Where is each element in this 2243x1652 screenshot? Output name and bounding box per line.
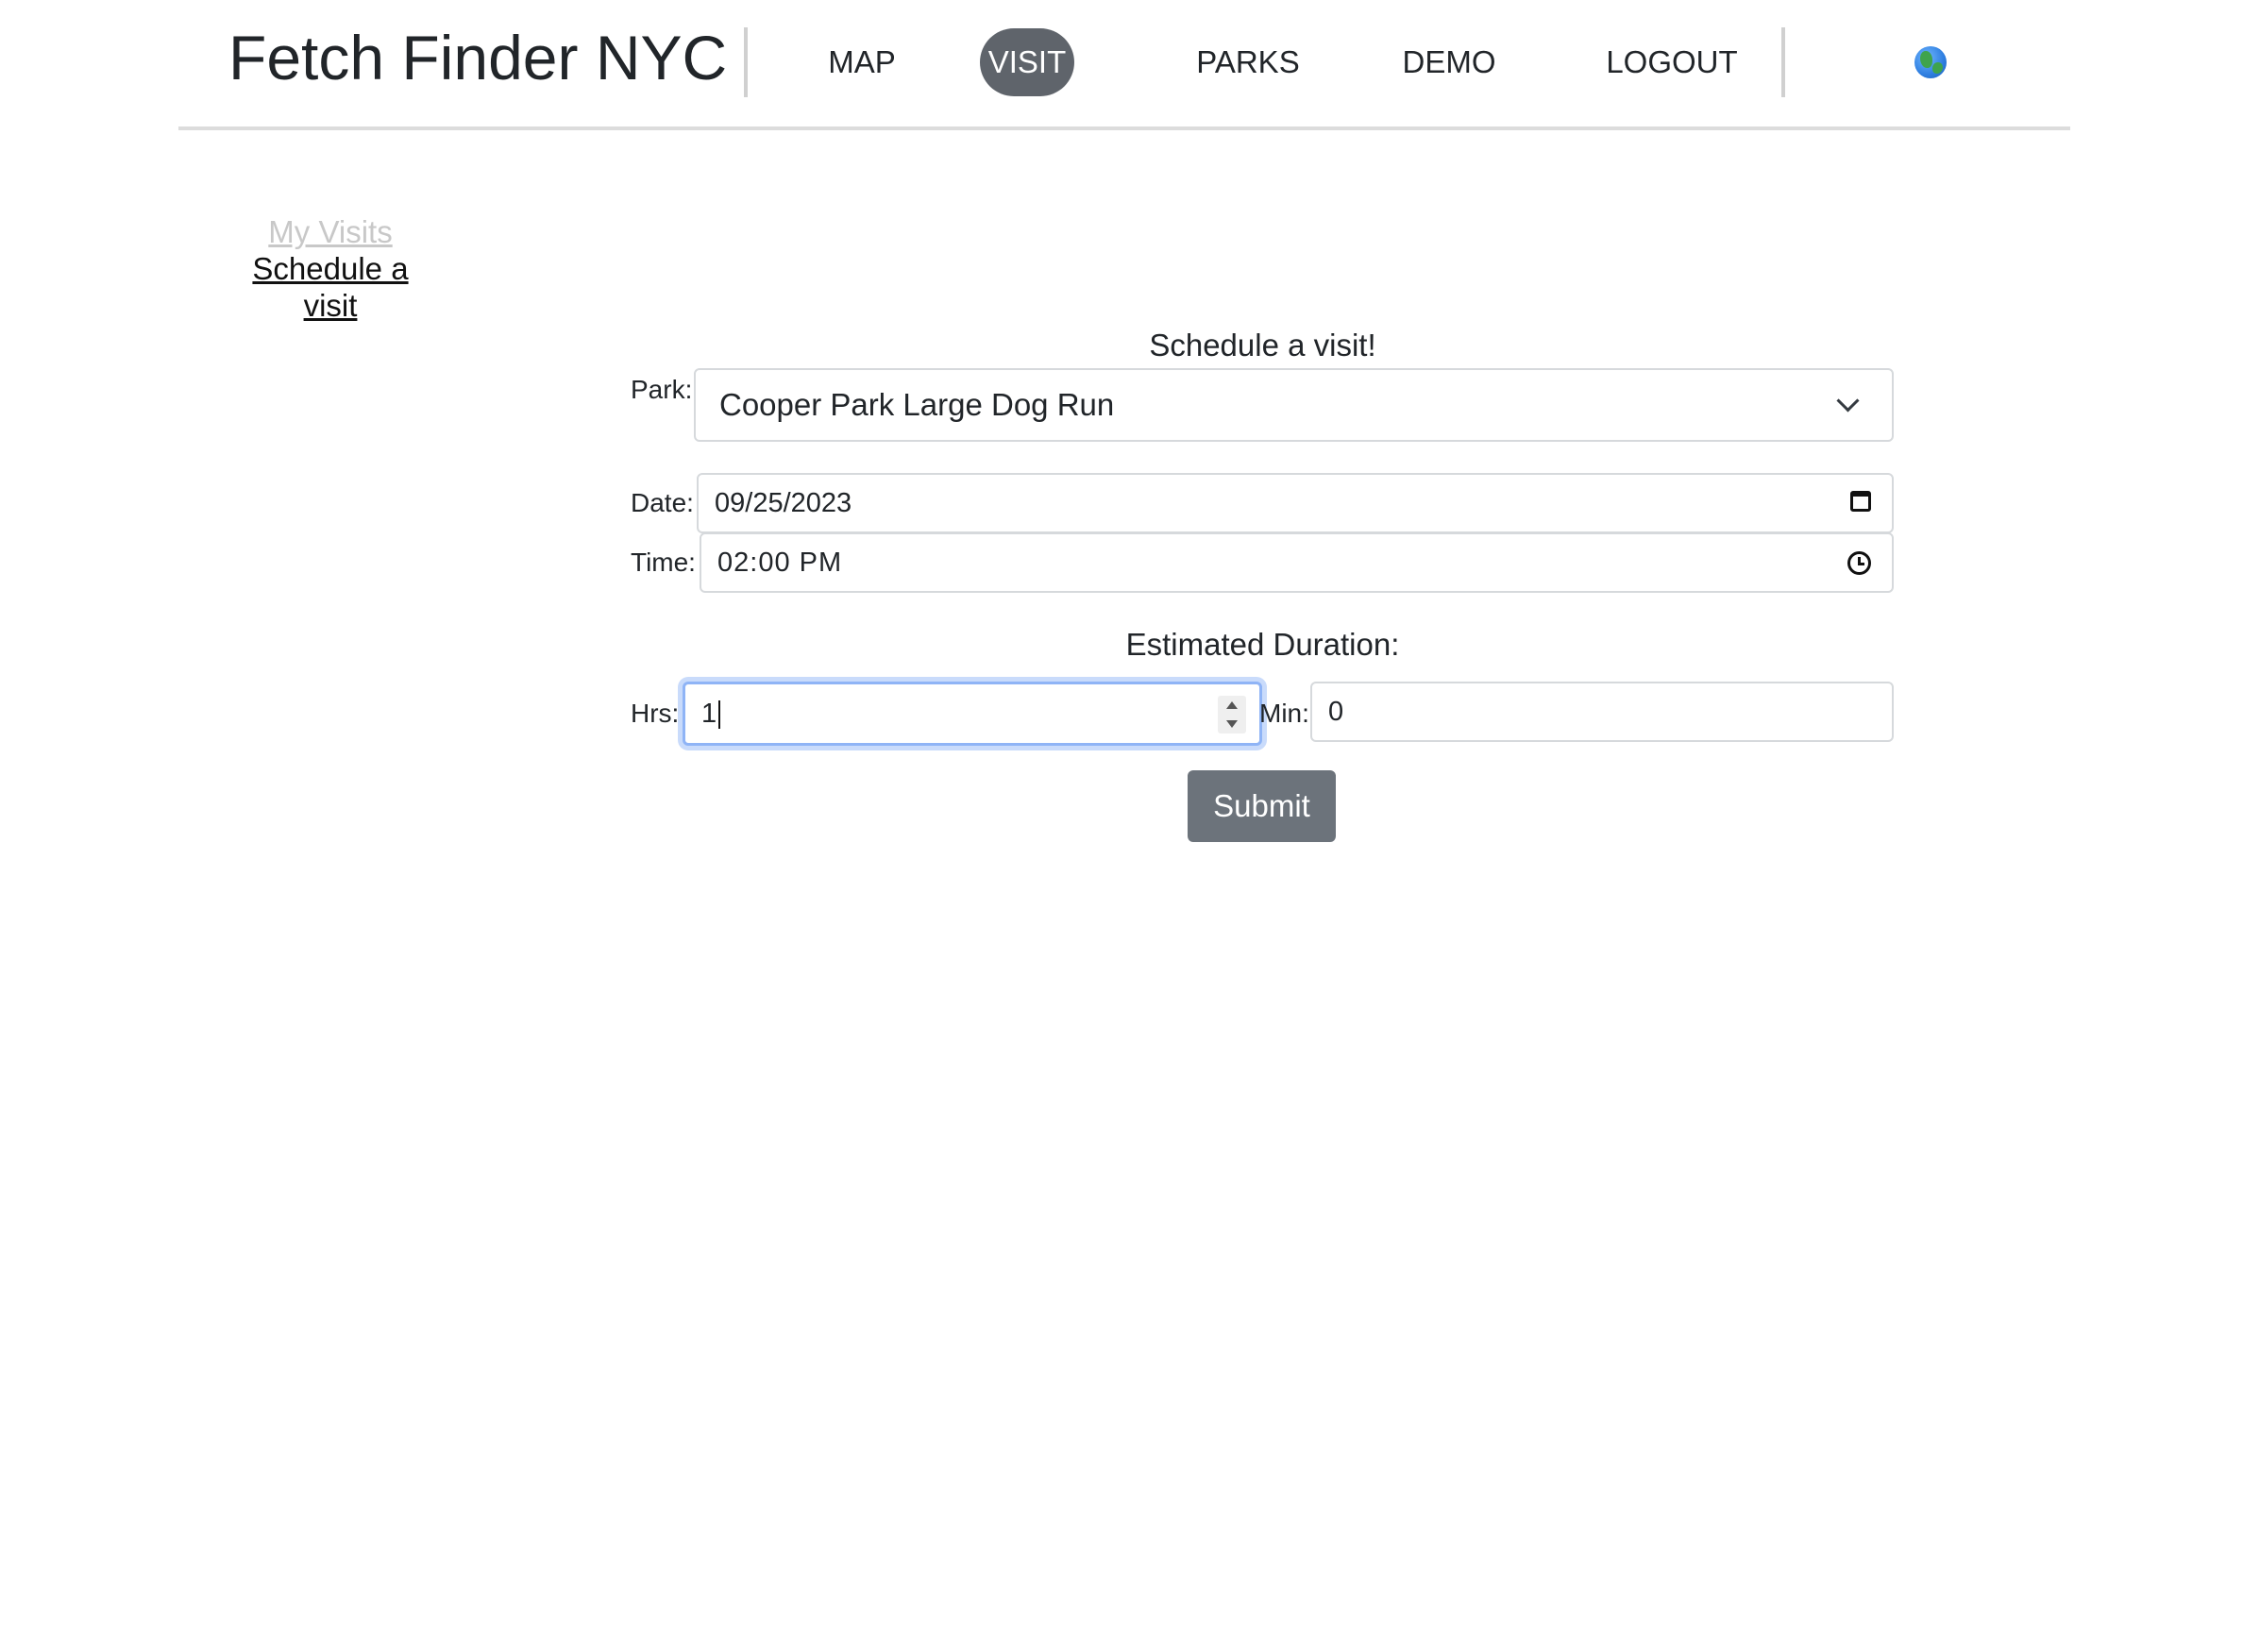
nav-parks[interactable]: PARKS (1177, 28, 1319, 96)
time-input[interactable]: 02:00 PM (700, 532, 1894, 593)
nav-logout[interactable]: LOGOUT (1592, 28, 1752, 96)
globe-icon[interactable] (1914, 46, 1947, 78)
hours-text: 1 (701, 699, 717, 729)
chevron-down-icon (1836, 389, 1860, 413)
sidebar-link-my-visits[interactable]: My Visits (234, 213, 427, 250)
top-navbar: Fetch Finder NYC MAP VISIT PARKS DEMO LO… (178, 0, 2070, 130)
stepper-up-icon[interactable] (1226, 701, 1238, 709)
number-stepper[interactable] (1218, 696, 1246, 733)
time-value: 02:00 PM (717, 548, 843, 578)
text-caret (718, 700, 721, 730)
date-label: Date: (631, 488, 694, 517)
park-select[interactable]: Cooper Park Large Dog Run (694, 368, 1894, 442)
sidebar-link-line: Schedule a (252, 251, 409, 286)
brand-title[interactable]: Fetch Finder NYC (228, 21, 727, 94)
nav-divider (744, 27, 748, 97)
clock-icon[interactable] (1847, 551, 1871, 575)
stepper-down-icon[interactable] (1226, 720, 1238, 728)
sidebar-link-line: visit (303, 288, 358, 323)
time-label: Time: (631, 548, 696, 577)
park-select-value: Cooper Park Large Dog Run (719, 387, 1115, 422)
submit-button[interactable]: Submit (1188, 770, 1336, 842)
minutes-value: 0 (1328, 697, 1344, 727)
min-label: Min: (1259, 699, 1309, 728)
date-value: 09/25/2023 (715, 488, 852, 518)
nav-map[interactable]: MAP (805, 28, 919, 96)
nav-visit[interactable]: VISIT (980, 28, 1074, 96)
duration-title: Estimated Duration: (1125, 627, 1400, 662)
sidebar-link-schedule-visit[interactable]: Schedule a visit (234, 250, 427, 324)
minutes-input[interactable]: 0 (1310, 682, 1894, 742)
park-label: Park: (631, 375, 693, 404)
hours-value: 1 (701, 684, 721, 743)
sidebar: My Visits Schedule a visit (234, 213, 427, 324)
nav-divider (1781, 27, 1785, 97)
date-input[interactable]: 09/25/2023 (697, 473, 1894, 533)
calendar-icon[interactable] (1850, 491, 1871, 512)
hours-input[interactable]: 1 (683, 682, 1262, 746)
hrs-label: Hrs: (631, 699, 680, 728)
nav-demo[interactable]: DEMO (1388, 28, 1510, 96)
form-title: Schedule a visit! (1149, 328, 1376, 362)
